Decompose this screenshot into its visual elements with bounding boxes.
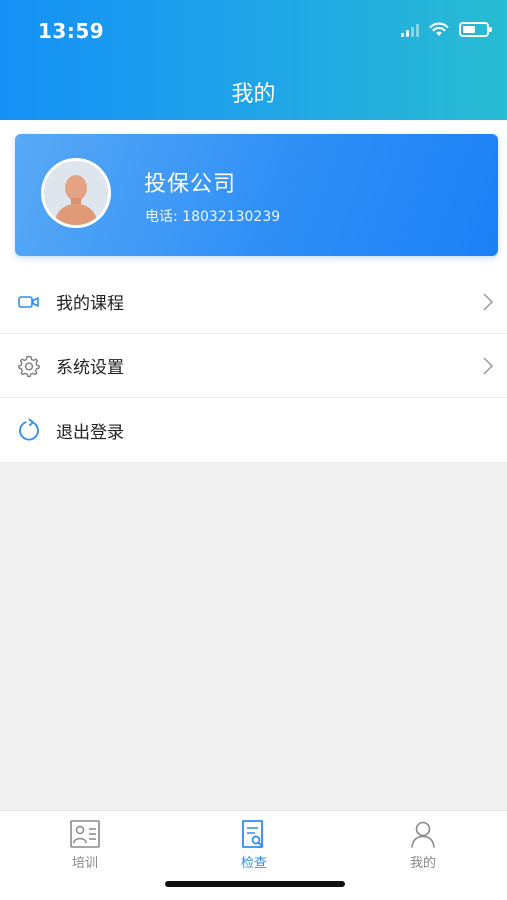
tab-label: 我的 (409, 856, 436, 871)
tab-training[interactable]: 培训 (40, 819, 130, 871)
phone-number: 电话: 18032130239 (145, 209, 281, 225)
person-icon (411, 821, 435, 848)
refresh-logout-icon (19, 418, 39, 441)
menu-item-system-settings[interactable]: 系统设置 (0, 334, 507, 398)
avatar[interactable] (41, 158, 111, 228)
menu-item-label: 我的课程 (56, 294, 124, 314)
menu-item-label: 退出登录 (56, 422, 124, 443)
tab-label: 检查 (240, 856, 267, 871)
menu-item-label: 系统设置 (56, 358, 124, 378)
battery-icon (459, 22, 492, 37)
chevron-right-icon (483, 292, 494, 311)
tab-mine[interactable]: 我的 (378, 819, 468, 871)
home-indicator (165, 881, 345, 887)
tab-inspection[interactable]: 检查 (209, 819, 299, 871)
signal-icon (401, 23, 419, 37)
wifi-icon (429, 22, 449, 36)
document-search-icon (242, 820, 263, 848)
avatar-person-icon (44, 161, 108, 225)
app-header: 13:59 我的 (0, 0, 507, 120)
menu-item-my-courses[interactable]: 我的课程 (0, 270, 507, 334)
training-card-icon (70, 820, 100, 848)
page-title: 我的 (231, 82, 276, 107)
status-icons (401, 22, 492, 37)
tab-label: 培训 (71, 856, 98, 871)
company-name: 投保公司 (144, 172, 237, 197)
menu-item-logout[interactable]: 退出登录 (0, 398, 507, 462)
status-time: 13:59 (38, 19, 105, 43)
menu-list: 我的课程 系统设置 退出登录 (0, 270, 507, 462)
gear-icon (18, 355, 40, 377)
profile-card[interactable]: 投保公司 电话: 18032130239 (15, 134, 498, 256)
video-camera-icon (18, 295, 39, 308)
chevron-right-icon (483, 356, 494, 375)
